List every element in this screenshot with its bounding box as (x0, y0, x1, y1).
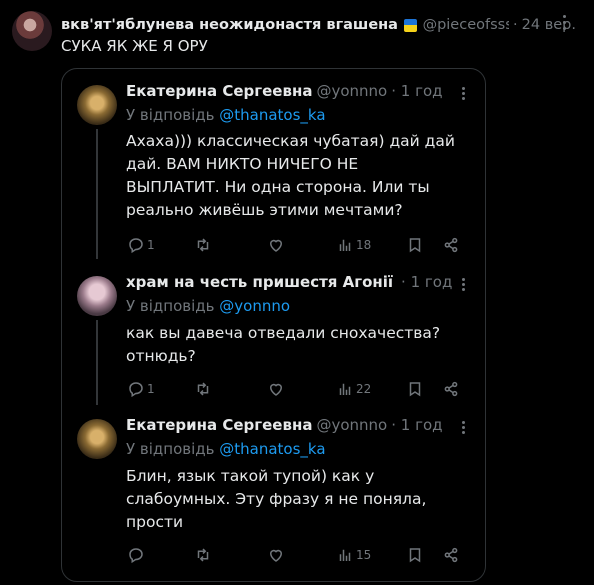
bookmark-icon (409, 548, 421, 563)
action-bar: 1 18 (126, 235, 470, 255)
tweet-header: вкв'ят'яблунева неожидонастя вгашена @pi… (61, 14, 576, 36)
views-button[interactable]: 22 (336, 379, 371, 399)
reply-button[interactable]: 1 (127, 235, 155, 255)
reply-text: Ахаха))) классическая чубатая) дай дай да… (126, 132, 455, 219)
tweet-text: СУКА ЯК ЖЕ Я ОРУ (61, 37, 208, 55)
golden-trees-avatar[interactable] (77, 85, 117, 125)
replying-to: У відповідь @thanatos_ka (126, 440, 326, 458)
views-button[interactable]: 18 (336, 235, 371, 255)
reply-author-handle[interactable]: @yonnno (316, 82, 387, 100)
like-button[interactable] (267, 235, 285, 255)
action-bar: 1 22 (126, 379, 470, 399)
bar-chart-icon (339, 383, 351, 395)
share-button[interactable] (442, 545, 460, 565)
bookmark-icon (409, 238, 421, 253)
replying-to: У відповідь @thanatos_ka (126, 106, 326, 124)
golden-trees-avatar[interactable] (77, 419, 117, 459)
repost-icon (197, 238, 209, 252)
heart-icon (269, 239, 283, 252)
share-icon (444, 381, 458, 397)
bookmark-button[interactable] (406, 379, 424, 399)
like-button[interactable] (267, 545, 285, 565)
reply-button[interactable]: 1 (127, 379, 155, 399)
reply-icon (129, 238, 143, 254)
bookmark-button[interactable] (406, 235, 424, 255)
reply-text: как вы давеча отведали снохачества? отнюд… (126, 324, 441, 365)
mention-link[interactable]: @thanatos_ka (219, 106, 325, 124)
repost-icon (197, 382, 209, 396)
more-options-icon[interactable] (455, 277, 471, 293)
like-button[interactable] (267, 379, 285, 399)
separator-dot: · (513, 17, 518, 33)
reply-author-name[interactable]: Екатерина Сергеевна (126, 416, 312, 434)
mention-link[interactable]: @thanatos_ka (219, 440, 325, 458)
reply-time[interactable]: · 1 год (391, 82, 442, 100)
reply-author: Екатерина Сергеевна @yonnno · 1 год (126, 82, 443, 100)
bookmark-icon (409, 382, 421, 397)
bar-chart-icon (339, 549, 351, 561)
views-button[interactable]: 15 (336, 545, 371, 565)
quoted-thread[interactable]: Екатерина Сергеевна @yonnno · 1 год У ві… (61, 68, 486, 582)
glasses-girl-avatar[interactable] (77, 276, 117, 316)
repost-icon (197, 548, 209, 562)
reply-author: Екатерина Сергеевна @yonnno · 1 год (126, 416, 443, 434)
reply-button[interactable] (127, 545, 147, 565)
author-handle[interactable]: @pieceofsssugar (423, 17, 509, 33)
repost-button[interactable] (194, 235, 212, 255)
bookmark-button[interactable] (406, 545, 424, 565)
share-button[interactable] (442, 379, 460, 399)
reply-icon (129, 548, 143, 564)
reply-author-name[interactable]: Екатерина Сергеевна (126, 82, 312, 100)
heart-icon (269, 549, 283, 562)
repost-button[interactable] (194, 545, 212, 565)
share-button[interactable] (442, 235, 460, 255)
reply-author: храм на честь пришестя Агонії · 1 год (126, 273, 452, 291)
action-bar: 15 (126, 545, 470, 565)
reply-icon (129, 382, 143, 398)
more-options-icon[interactable] (455, 86, 471, 102)
replying-to: У відповідь @yonnno (126, 297, 291, 315)
reply-author-handle[interactable]: @yonnno (316, 416, 387, 434)
thread-connector (96, 129, 98, 259)
more-options-icon[interactable] (455, 420, 471, 436)
more-options-icon[interactable] (554, 12, 574, 32)
ukraine-flag-icon (403, 18, 417, 32)
reply-time[interactable]: · 1 год (401, 273, 452, 291)
reply-author-name[interactable]: храм на честь пришестя Агонії (126, 273, 393, 291)
reply-text: Блин, язык такой тупой) как у слабоумных.… (126, 467, 427, 531)
share-icon (444, 547, 458, 563)
reply-time[interactable]: · 1 год (391, 416, 442, 434)
heart-icon (269, 383, 283, 396)
thread-connector (96, 320, 98, 405)
author-avatar[interactable] (12, 11, 52, 51)
mention-link[interactable]: @yonnno (219, 297, 290, 315)
share-icon (444, 237, 458, 253)
repost-button[interactable] (194, 379, 212, 399)
bar-chart-icon (339, 239, 351, 251)
author-name[interactable]: вкв'ят'яблунева неожидонастя вгашена (61, 17, 398, 33)
